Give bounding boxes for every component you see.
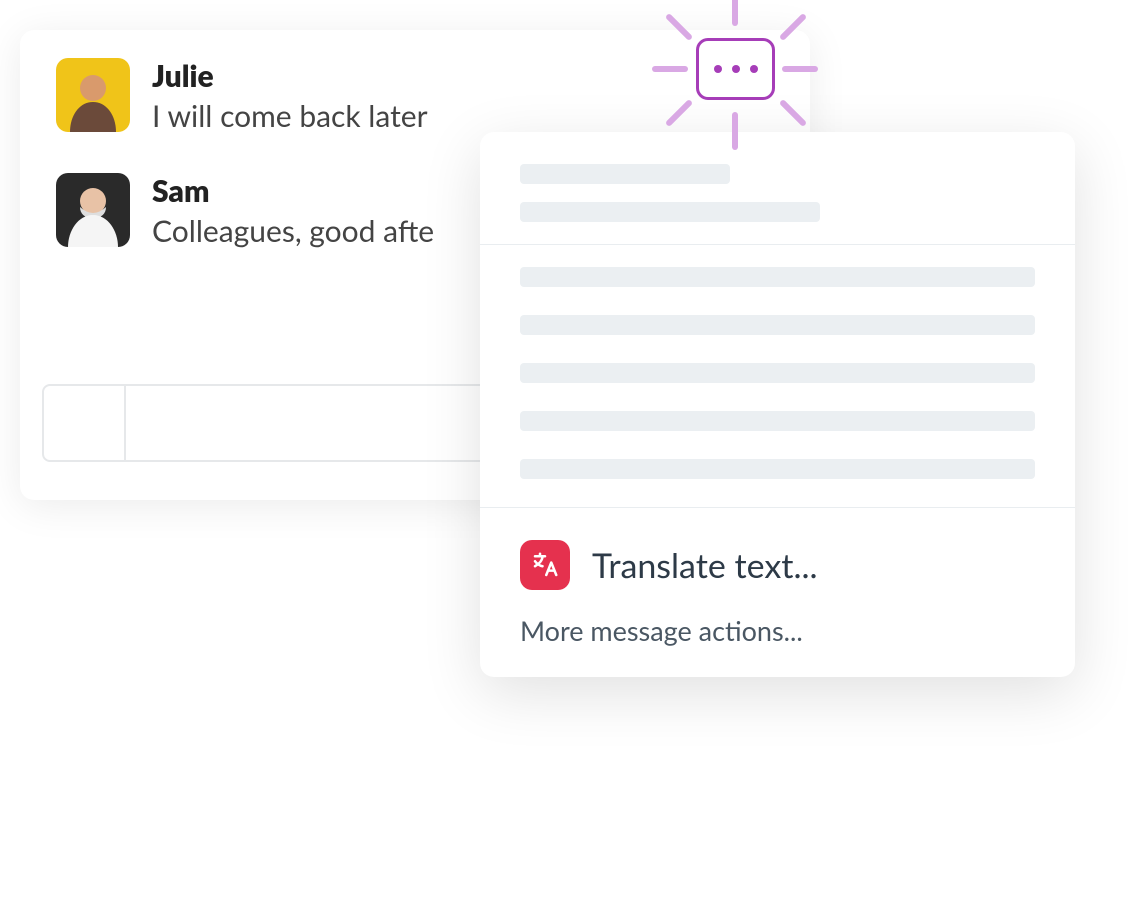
sender-name: Julie: [152, 58, 428, 94]
highlight-ray: [732, 112, 738, 150]
highlight-ray: [732, 0, 738, 26]
menu-item-placeholder[interactable]: [520, 363, 1035, 383]
menu-item-placeholder[interactable]: [520, 315, 1035, 335]
highlight-ray: [782, 66, 818, 72]
input-divider: [124, 386, 126, 460]
avatar: [56, 173, 130, 247]
more-horizontal-icon: [714, 65, 722, 73]
translate-icon: [520, 540, 570, 590]
message-body: Sam Colleagues, good afte: [152, 173, 434, 252]
more-horizontal-icon: [750, 65, 758, 73]
menu-item-placeholder[interactable]: [520, 459, 1035, 479]
more-message-actions-link[interactable]: More message actions...: [480, 604, 1075, 651]
sender-name: Sam: [152, 173, 434, 209]
more-actions-button[interactable]: [696, 38, 775, 100]
avatar: [56, 58, 130, 132]
menu-divider: [480, 507, 1075, 508]
message-text: Colleagues, good afte: [152, 211, 434, 252]
menu-item-placeholder[interactable]: [520, 202, 820, 222]
menu-item-label: Translate text...: [592, 545, 818, 586]
message-actions-menu: Translate text... More message actions..…: [480, 132, 1075, 677]
message-body: Julie I will come back later: [152, 58, 428, 137]
menu-item-placeholder[interactable]: [520, 411, 1035, 431]
message-text: I will come back later: [152, 96, 428, 137]
menu-item-placeholder[interactable]: [520, 164, 730, 184]
menu-item-placeholder[interactable]: [520, 267, 1035, 287]
menu-item-label: More message actions...: [520, 614, 803, 647]
menu-divider: [480, 244, 1075, 245]
translate-text-action[interactable]: Translate text...: [480, 530, 1075, 604]
more-horizontal-icon: [732, 65, 740, 73]
highlight-ray: [652, 66, 688, 72]
